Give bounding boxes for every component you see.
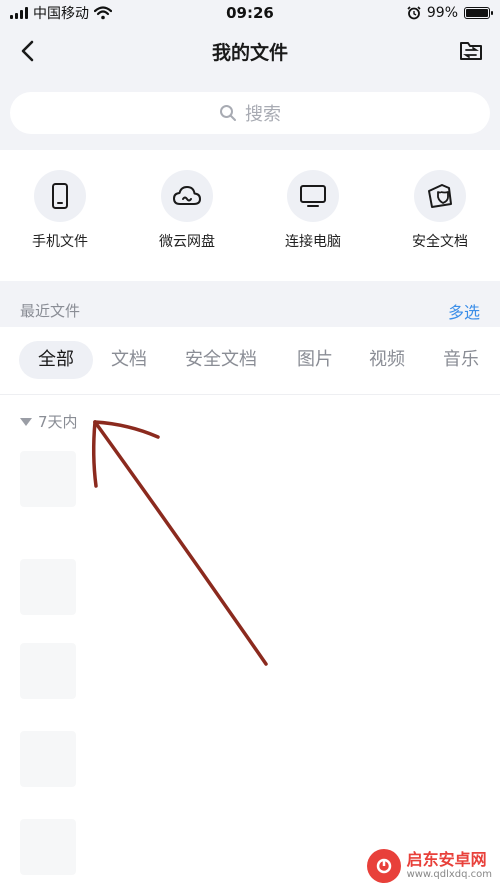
recent-files-panel: 全部 文档 安全文档 图片 视频 音乐 7天内 [0, 327, 500, 889]
list-item[interactable] [20, 559, 480, 623]
shortcut-label: 连接电脑 [285, 234, 341, 250]
shortcut-phone-files[interactable]: 手机文件 [0, 170, 120, 251]
shortcut-icon-circle [287, 170, 339, 222]
file-thumbnail [20, 731, 76, 787]
search-bar[interactable]: 搜索 [10, 92, 490, 134]
list-item[interactable] [20, 451, 480, 515]
recent-files-title: 最近文件 [20, 302, 81, 320]
tabs-divider [0, 394, 500, 395]
secure-document-icon [428, 184, 452, 208]
tab-images[interactable]: 图片 [287, 341, 343, 379]
shortcut-label: 安全文档 [412, 234, 468, 250]
shortcut-icon-circle [161, 170, 213, 222]
tab-secure-documents[interactable]: 安全文档 [176, 341, 266, 379]
list-item[interactable] [20, 731, 480, 795]
alarm-icon [407, 6, 421, 20]
battery-icon [464, 7, 493, 19]
group-label: 7天内 [38, 413, 78, 431]
tab-videos[interactable]: 视频 [359, 341, 415, 379]
watermark-url: www.qdlxdq.com [406, 869, 492, 880]
search-icon [220, 105, 236, 121]
watermark: 启东安卓网 www.qdlxdq.com [366, 849, 492, 883]
shortcut-connect-pc[interactable]: 连接电脑 [253, 170, 373, 251]
file-type-tabs: 全部 文档 安全文档 图片 视频 音乐 [0, 341, 500, 381]
list-item[interactable] [20, 643, 480, 707]
page-title: 我的文件 [211, 42, 288, 64]
file-transfer-icon[interactable] [458, 38, 484, 64]
shortcut-weiyun-drive[interactable]: 微云网盘 [127, 170, 247, 251]
shortcut-grid: 手机文件 微云网盘 连接电脑 安全文档 [0, 150, 500, 281]
tab-music[interactable]: 音乐 [433, 341, 489, 379]
status-right: 99% [407, 5, 493, 21]
multi-select-button[interactable]: 多选 [448, 299, 480, 323]
navigation-bar: 我的文件 [0, 26, 500, 76]
status-bar: 中国移动 09:26 99% [0, 0, 500, 26]
shortcut-label: 微云网盘 [159, 234, 215, 250]
cloud-icon [173, 186, 201, 205]
shortcut-icon-circle [34, 170, 86, 222]
phone-icon [52, 183, 68, 209]
battery-fill [466, 9, 488, 17]
file-thumbnail [20, 643, 76, 699]
tab-all[interactable]: 全部 [19, 341, 93, 379]
file-thumbnail [20, 559, 76, 615]
group-header-7-days[interactable]: 7天内 [20, 411, 78, 432]
file-thumbnail [20, 819, 76, 875]
collapse-triangle-icon [20, 417, 32, 426]
monitor-icon [300, 185, 326, 207]
watermark-name: 启东安卓网 [406, 850, 487, 869]
shortcut-secure-documents[interactable]: 安全文档 [380, 170, 500, 251]
watermark-text: 启东安卓网 www.qdlxdq.com [407, 851, 492, 881]
search-placeholder: 搜索 [245, 104, 281, 125]
watermark-logo-icon [366, 849, 401, 883]
shortcut-label: 手机文件 [32, 234, 88, 250]
file-thumbnail [20, 451, 76, 507]
tab-documents[interactable]: 文档 [101, 341, 157, 379]
battery-percent: 99% [426, 5, 458, 21]
recent-files-header: 最近文件 多选 [0, 281, 500, 327]
shortcut-icon-circle [414, 170, 466, 222]
